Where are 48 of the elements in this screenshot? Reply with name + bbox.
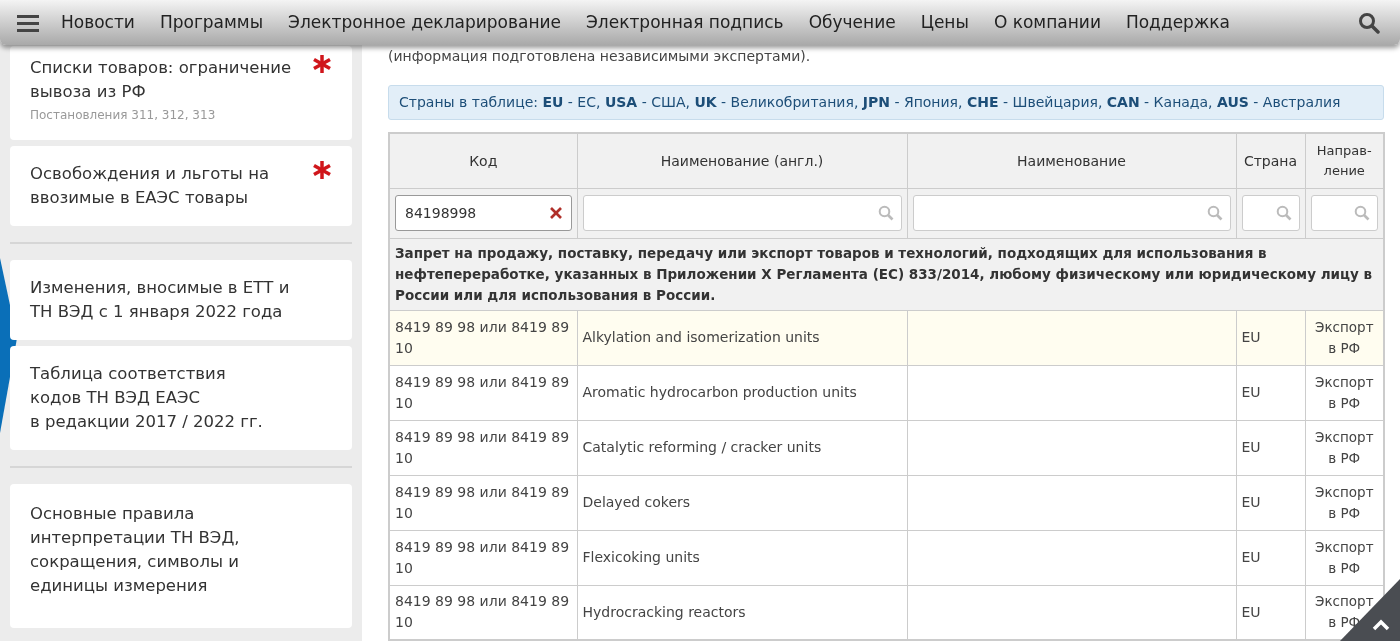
table-cell: EU xyxy=(1236,475,1305,530)
table-cell: Catalytic reforming / cracker units xyxy=(577,420,907,475)
nav-link[interactable]: Электронная подпись xyxy=(586,9,784,36)
card-title: Освобождения и льготы на ввозимые в ЕАЭС товары xyxy=(30,163,271,209)
card-title: Таблица соответствия кодов ТН ВЭД ЕАЭС в редакции 2017 / 2022 гг. xyxy=(30,363,264,433)
table-cell: 8419 89 98 или 8419 89 10 xyxy=(389,475,577,530)
nav-link[interactable]: Новости xyxy=(61,9,135,36)
sidebar-card[interactable]: Основные правила интерпретации ТН ВЭД, сокращения, символы и единицы измерения xyxy=(10,484,352,628)
table-cell: 8419 89 98 или 8419 89 10 xyxy=(389,420,577,475)
filter-field[interactable]: 84198998 xyxy=(395,195,572,231)
filter-field[interactable] xyxy=(1241,195,1300,231)
nav-link[interactable]: Программы xyxy=(159,9,264,36)
menu-icon[interactable] xyxy=(17,13,39,32)
nav-link[interactable]: Цены xyxy=(920,9,969,36)
column-header[interactable]: Наименование (англ.) xyxy=(577,133,907,188)
sidebar-card[interactable]: Освобождения и льготы на ввозимые в ЕАЭС товары xyxy=(10,146,352,226)
filter-field[interactable] xyxy=(1310,195,1378,231)
nav-link[interactable]: О компании xyxy=(993,9,1101,36)
sidebar-card[interactable]: Изменения, вносимые в ЕТТ и ТН ВЭД с 1 января 2022 года xyxy=(10,260,352,340)
nav-link[interactable]: Обучение xyxy=(808,9,896,36)
column-header[interactable]: Наименование xyxy=(907,133,1236,188)
clear-icon[interactable] xyxy=(547,205,564,221)
search-icon[interactable] xyxy=(1358,11,1380,34)
table-cell: EU xyxy=(1236,530,1305,585)
column-header[interactable]: Код xyxy=(389,133,577,188)
card-title: Списки товаров: ограничение вывоза из РФ xyxy=(30,57,293,103)
table-cell: 8419 89 98 или 8419 89 10 xyxy=(389,310,577,365)
sidebar-card[interactable]: Таблица соответствия кодов ТН ВЭД ЕАЭС в редакции 2017 / 2022 гг. xyxy=(10,346,352,450)
column-header[interactable]: Страна xyxy=(1236,133,1305,188)
filter-field[interactable] xyxy=(912,195,1231,231)
table-cell: 8419 89 98 или 8419 89 10 xyxy=(389,530,577,585)
nav-link[interactable]: Электронное декларирование xyxy=(288,9,561,36)
card-title: Основные правила интерпретации ТН ВЭД, сокращения, символы и единицы измерения xyxy=(30,503,241,597)
table-cell: Delayed cokers xyxy=(577,475,907,530)
intro-text: (информация подготовлена независимыми экспертами). xyxy=(388,47,812,66)
table-cell: Alkylation and isomerization units xyxy=(577,310,907,365)
table-cell: EU xyxy=(1236,310,1305,365)
card-title: Изменения, вносимые в ЕТТ и ТН ВЭД с 1 января 2022 года xyxy=(30,277,291,323)
countries-note: Страны в таблице: EU - ЕС, USA - США, UK - Великобритания, JPN - Япония, CHE - Швейцария, CAN - Канада, AUS - Австралия xyxy=(388,85,1384,120)
filter-field[interactable] xyxy=(582,195,902,231)
table-cell: Aromatic hydrocarbon production units xyxy=(577,365,907,420)
table-cell: EU xyxy=(1236,365,1305,420)
table-cell: EU xyxy=(1236,420,1305,475)
card-subtitle: Постановления 311, 312, 313 xyxy=(30,107,217,124)
table-cell: Flexicoking units xyxy=(577,530,907,585)
table-cell: 8419 89 98 или 8419 89 10 xyxy=(389,365,577,420)
sidebar-card[interactable]: Списки товаров: ограничение вывоза из РФ Постановления 311, 312, 313 xyxy=(10,46,352,140)
nav-link[interactable]: Поддержка xyxy=(1125,9,1230,36)
